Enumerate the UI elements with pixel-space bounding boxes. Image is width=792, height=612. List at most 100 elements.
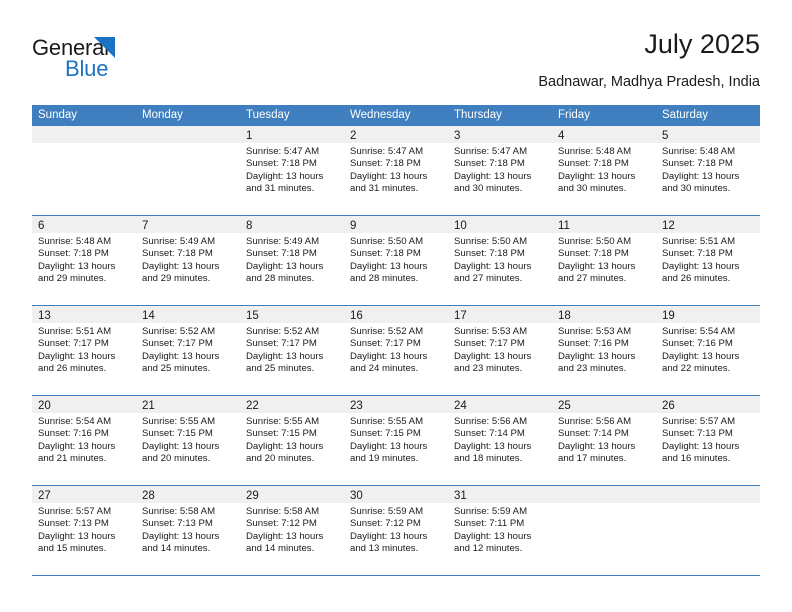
calendar-day-cell[interactable]: 25 Sunrise: 5:56 AM Sunset: 7:14 PM Dayligh…: [552, 396, 656, 485]
calendar-day-cell[interactable]: 31 Sunrise: 5:59 AM Sunset: 7:11 PM Dayligh…: [448, 486, 552, 575]
day-info-line: Daylight: 13 hours: [454, 530, 532, 542]
day-sun-info: Sunrise: 5:50 AM Sunset: 7:18 PM Daylight:…: [344, 233, 448, 286]
day-info-line: Sunrise: 5:56 AM: [454, 416, 528, 427]
day-info-line: Daylight: 13 hours: [142, 440, 220, 452]
day-number-band: 21: [136, 396, 240, 413]
day-info-line: Sunset: 7:18 PM: [454, 248, 525, 260]
day-sun-info: [32, 143, 136, 146]
calendar-day-cell[interactable]: 18 Sunrise: 5:53 AM Sunset: 7:16 PM Dayligh…: [552, 306, 656, 395]
day-info-line: Sunset: 7:14 PM: [454, 428, 525, 440]
day-number: 28: [142, 490, 155, 502]
day-info-line: and 31 minutes.: [246, 183, 315, 195]
calendar-day-cell[interactable]: 1 Sunrise: 5:47 AM Sunset: 7:18 PM Daylight…: [240, 126, 344, 215]
day-info-line: and 17 minutes.: [558, 453, 627, 465]
calendar-day-cell[interactable]: 4 Sunrise: 5:48 AM Sunset: 7:18 PM Daylight…: [552, 126, 656, 215]
day-number: 10: [454, 220, 467, 232]
day-info-line: and 20 minutes.: [246, 453, 315, 465]
day-info-line: Sunset: 7:18 PM: [246, 248, 317, 260]
calendar-day-cell[interactable]: 16 Sunrise: 5:52 AM Sunset: 7:17 PM Dayligh…: [344, 306, 448, 395]
calendar-day-cell[interactable]: 5 Sunrise: 5:48 AM Sunset: 7:18 PM Daylight…: [656, 126, 760, 215]
calendar-day-cell[interactable]: 24 Sunrise: 5:56 AM Sunset: 7:14 PM Dayligh…: [448, 396, 552, 485]
day-info-line: Daylight: 13 hours: [38, 350, 116, 362]
day-number-band: [32, 126, 136, 143]
day-number: 5: [662, 130, 669, 142]
day-info-line: Sunrise: 5:47 AM: [350, 146, 424, 157]
day-info-line: Sunrise: 5:59 AM: [350, 506, 424, 517]
day-number-band: 13: [32, 306, 136, 323]
calendar-day-cell[interactable]: 11 Sunrise: 5:50 AM Sunset: 7:18 PM Dayligh…: [552, 216, 656, 305]
calendar-day-cell[interactable]: 15 Sunrise: 5:52 AM Sunset: 7:17 PM Dayligh…: [240, 306, 344, 395]
calendar-day-cell[interactable]: 26 Sunrise: 5:57 AM Sunset: 7:13 PM Dayligh…: [656, 396, 760, 485]
day-info-line: Sunset: 7:11 PM: [454, 518, 525, 530]
day-info-line: Sunrise: 5:53 AM: [454, 326, 528, 337]
calendar-day-cell[interactable]: 19 Sunrise: 5:54 AM Sunset: 7:16 PM Dayligh…: [656, 306, 760, 395]
calendar-day-cell[interactable]: 14 Sunrise: 5:52 AM Sunset: 7:17 PM Dayligh…: [136, 306, 240, 395]
day-info-line: Daylight: 13 hours: [38, 260, 116, 272]
calendar-day-cell[interactable]: 17 Sunrise: 5:53 AM Sunset: 7:17 PM Dayligh…: [448, 306, 552, 395]
day-info-line: Sunrise: 5:47 AM: [454, 146, 528, 157]
day-info-line: Sunrise: 5:52 AM: [142, 326, 216, 337]
day-info-line: and 28 minutes.: [350, 273, 419, 285]
calendar-day-cell[interactable]: 22 Sunrise: 5:55 AM Sunset: 7:15 PM Dayligh…: [240, 396, 344, 485]
calendar-day-cell[interactable]: 10 Sunrise: 5:50 AM Sunset: 7:18 PM Dayligh…: [448, 216, 552, 305]
calendar-weeks: 1 Sunrise: 5:47 AM Sunset: 7:18 PM Daylight…: [32, 126, 760, 576]
day-number-band: 11: [552, 216, 656, 233]
calendar-day-cell[interactable]: 9 Sunrise: 5:50 AM Sunset: 7:18 PM Daylight…: [344, 216, 448, 305]
day-number-band: 26: [656, 396, 760, 413]
day-info-line: Sunrise: 5:55 AM: [142, 416, 216, 427]
calendar-day-cell[interactable]: 20 Sunrise: 5:54 AM Sunset: 7:16 PM Dayligh…: [32, 396, 136, 485]
calendar-day-cell[interactable]: 23 Sunrise: 5:55 AM Sunset: 7:15 PM Dayligh…: [344, 396, 448, 485]
day-info-line: Sunset: 7:17 PM: [142, 338, 213, 350]
day-info-line: Sunrise: 5:55 AM: [350, 416, 424, 427]
day-number: 2: [350, 130, 357, 142]
calendar-page: General Blue July 2025 Badnawar, Madhya …: [0, 0, 792, 612]
day-number-band: 20: [32, 396, 136, 413]
day-info-line: Sunset: 7:15 PM: [350, 428, 421, 440]
day-info-line: Sunrise: 5:52 AM: [246, 326, 320, 337]
calendar-day-cell[interactable]: 29 Sunrise: 5:58 AM Sunset: 7:12 PM Dayligh…: [240, 486, 344, 575]
day-info-line: Daylight: 13 hours: [454, 170, 532, 182]
calendar-grid: Sunday Monday Tuesday Wednesday Thursday Frid…: [32, 105, 760, 576]
calendar-day-cell[interactable]: 12 Sunrise: 5:51 AM Sunset: 7:18 PM Dayligh…: [656, 216, 760, 305]
day-info-line: and 29 minutes.: [142, 273, 211, 285]
day-number-band: 23: [344, 396, 448, 413]
day-info-line: Sunset: 7:15 PM: [142, 428, 213, 440]
calendar-day-cell[interactable]: 21 Sunrise: 5:55 AM Sunset: 7:15 PM Dayligh…: [136, 396, 240, 485]
calendar-day-cell[interactable]: 27 Sunrise: 5:57 AM Sunset: 7:13 PM Dayligh…: [32, 486, 136, 575]
day-info-line: Sunrise: 5:48 AM: [558, 146, 632, 157]
calendar-day-cell[interactable]: 13 Sunrise: 5:51 AM Sunset: 7:17 PM Dayligh…: [32, 306, 136, 395]
day-sun-info: Sunrise: 5:48 AM Sunset: 7:18 PM Daylight:…: [656, 143, 760, 196]
day-number: 1: [246, 130, 253, 142]
day-sun-info: Sunrise: 5:48 AM Sunset: 7:18 PM Daylight:…: [32, 233, 136, 286]
day-info-line: Sunrise: 5:57 AM: [38, 506, 112, 517]
day-info-line: Daylight: 13 hours: [454, 260, 532, 272]
day-number-band: 5: [656, 126, 760, 143]
calendar-day-cell[interactable]: 28 Sunrise: 5:58 AM Sunset: 7:13 PM Dayligh…: [136, 486, 240, 575]
day-info-line: and 27 minutes.: [558, 273, 627, 285]
calendar-day-cell[interactable]: 8 Sunrise: 5:49 AM Sunset: 7:18 PM Daylight…: [240, 216, 344, 305]
day-number: 8: [246, 220, 253, 232]
day-info-line: Daylight: 13 hours: [558, 350, 636, 362]
weekday-header-row: Sunday Monday Tuesday Wednesday Thursday Frid…: [32, 105, 760, 126]
calendar-day-cell[interactable]: 3 Sunrise: 5:47 AM Sunset: 7:18 PM Daylight…: [448, 126, 552, 215]
day-number: 18: [558, 310, 571, 322]
day-info-line: Sunrise: 5:56 AM: [558, 416, 632, 427]
calendar-day-cell[interactable]: 6 Sunrise: 5:48 AM Sunset: 7:18 PM Daylight…: [32, 216, 136, 305]
day-info-line: Sunrise: 5:50 AM: [558, 236, 632, 247]
day-number: 31: [454, 490, 467, 502]
day-info-line: Daylight: 13 hours: [142, 260, 220, 272]
day-info-line: Sunrise: 5:54 AM: [662, 326, 736, 337]
day-number-band: 16: [344, 306, 448, 323]
day-info-line: Daylight: 13 hours: [38, 530, 116, 542]
calendar-day-cell[interactable]: 7 Sunrise: 5:49 AM Sunset: 7:18 PM Daylight…: [136, 216, 240, 305]
day-info-line: Sunrise: 5:54 AM: [38, 416, 112, 427]
day-info-line: and 19 minutes.: [350, 453, 419, 465]
day-info-line: Daylight: 13 hours: [662, 170, 740, 182]
day-number-band: 19: [656, 306, 760, 323]
day-info-line: and 14 minutes.: [142, 543, 211, 555]
calendar-day-cell-empty: [552, 486, 656, 575]
calendar-day-cell[interactable]: 30 Sunrise: 5:59 AM Sunset: 7:12 PM Dayligh…: [344, 486, 448, 575]
day-number: 19: [662, 310, 675, 322]
day-info-line: and 30 minutes.: [558, 183, 627, 195]
calendar-day-cell[interactable]: 2 Sunrise: 5:47 AM Sunset: 7:18 PM Daylight…: [344, 126, 448, 215]
